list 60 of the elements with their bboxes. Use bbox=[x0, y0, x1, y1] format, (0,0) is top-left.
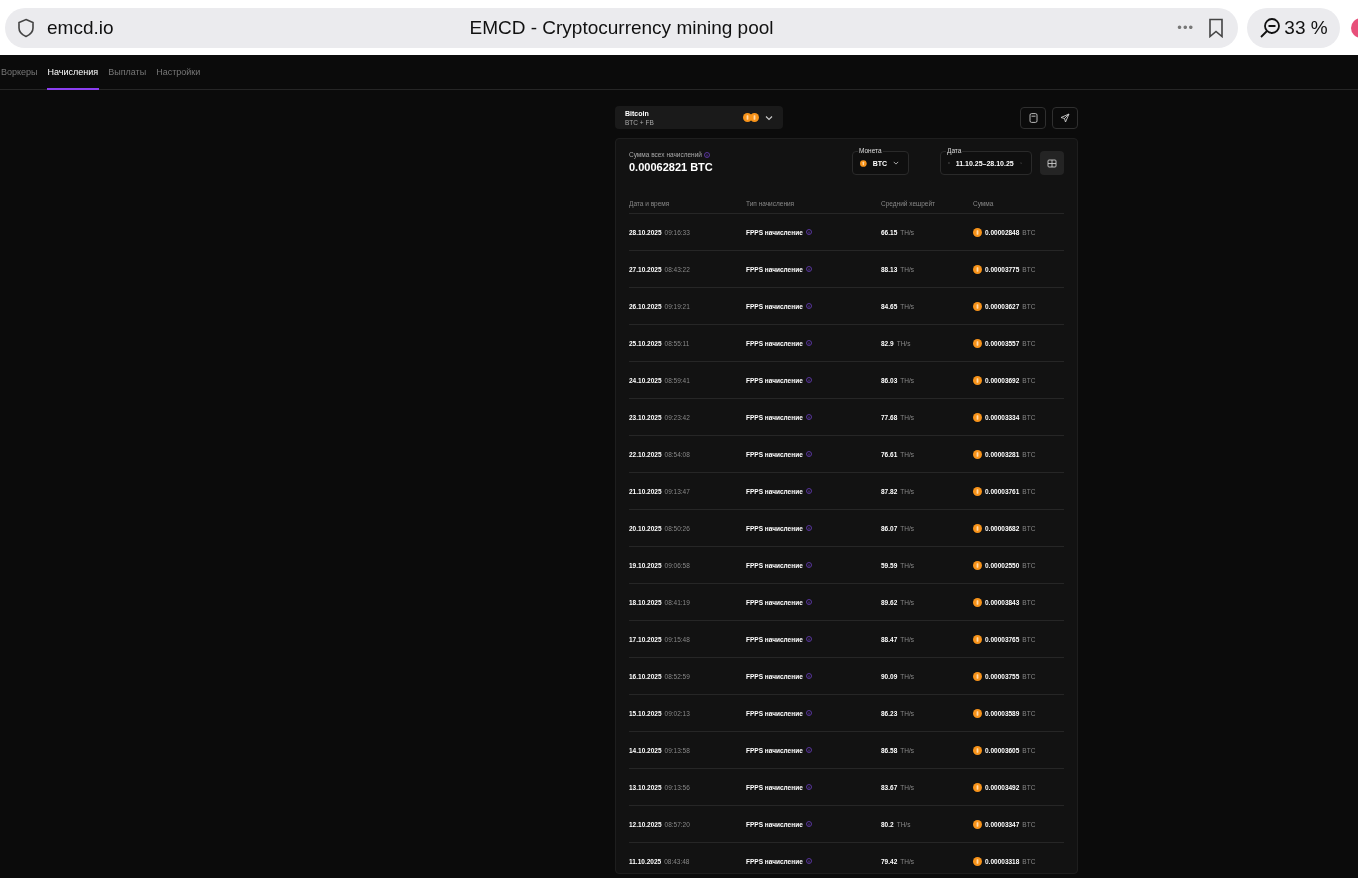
address-bar[interactable]: emcd.io EMCD - Cryptocurrency mining pool ••• bbox=[5, 7, 1238, 48]
info-icon[interactable] bbox=[805, 414, 812, 420]
info-icon[interactable] bbox=[805, 673, 812, 679]
bitcoin-icon bbox=[973, 671, 982, 681]
zoom-button[interactable]: 33 % bbox=[1247, 7, 1340, 48]
bitcoin-icon bbox=[973, 708, 982, 718]
bitcoin-icon bbox=[973, 523, 982, 533]
bitcoin-icon bbox=[973, 634, 982, 644]
page-title: EMCD - Cryptocurrency mining pool bbox=[469, 16, 774, 38]
info-icon[interactable] bbox=[805, 710, 812, 716]
coin-icon bbox=[750, 113, 759, 122]
shield-icon bbox=[17, 17, 35, 38]
bookmark-icon[interactable] bbox=[1208, 17, 1224, 38]
bitcoin-icon bbox=[973, 782, 982, 792]
bitcoin-icon bbox=[973, 375, 982, 385]
calculator-icon bbox=[1028, 112, 1038, 123]
bitcoin-icon bbox=[973, 227, 982, 237]
export-button[interactable] bbox=[1040, 151, 1064, 175]
info-icon[interactable] bbox=[805, 229, 812, 235]
info-icon[interactable] bbox=[805, 266, 812, 272]
info-icon[interactable] bbox=[805, 636, 812, 642]
address-text: emcd.io bbox=[47, 16, 114, 39]
info-icon[interactable] bbox=[805, 340, 812, 346]
chevron-icon bbox=[765, 114, 773, 121]
chevron-icon bbox=[893, 160, 899, 166]
summary-value: 0.00062821 BTC bbox=[629, 161, 714, 173]
info-icon[interactable] bbox=[805, 562, 812, 568]
spreadsheet-icon bbox=[1047, 158, 1057, 168]
tab[interactable]: Начисления bbox=[46, 55, 100, 90]
bitcoin-icon bbox=[973, 597, 982, 607]
bitcoin-icon bbox=[860, 158, 867, 168]
more-menu[interactable]: ••• bbox=[1177, 20, 1194, 35]
bitcoin-icon bbox=[973, 745, 982, 755]
tab[interactable]: Настройки bbox=[155, 55, 202, 90]
info-icon[interactable] bbox=[805, 747, 812, 753]
zoom-out-icon bbox=[1259, 16, 1282, 39]
bitcoin-icon bbox=[973, 819, 982, 829]
send-icon bbox=[1060, 112, 1070, 123]
info-icon[interactable] bbox=[805, 821, 812, 827]
bitcoin-icon bbox=[973, 338, 982, 348]
share-button[interactable] bbox=[1052, 106, 1078, 129]
info-icon[interactable] bbox=[805, 858, 812, 864]
bitcoin-icon bbox=[973, 449, 982, 459]
bitcoin-icon bbox=[973, 560, 982, 570]
bitcoin-icon bbox=[973, 486, 982, 496]
info-icon[interactable] bbox=[704, 151, 710, 158]
info-icon[interactable] bbox=[805, 599, 812, 605]
bitcoin-icon bbox=[973, 301, 982, 311]
info-icon[interactable] bbox=[805, 784, 812, 790]
tab[interactable]: Выплаты bbox=[107, 55, 148, 90]
info-icon[interactable] bbox=[805, 525, 812, 531]
bitcoin-icon bbox=[973, 264, 982, 274]
tab[interactable]: Воркеры bbox=[0, 55, 39, 90]
info-icon[interactable] bbox=[805, 303, 812, 309]
info-icon[interactable] bbox=[805, 451, 812, 457]
calculator-button[interactable] bbox=[1020, 106, 1046, 129]
info-icon[interactable] bbox=[805, 377, 812, 383]
info-icon[interactable] bbox=[805, 488, 812, 494]
bitcoin-icon bbox=[973, 856, 982, 866]
bitcoin-icon bbox=[973, 412, 982, 422]
